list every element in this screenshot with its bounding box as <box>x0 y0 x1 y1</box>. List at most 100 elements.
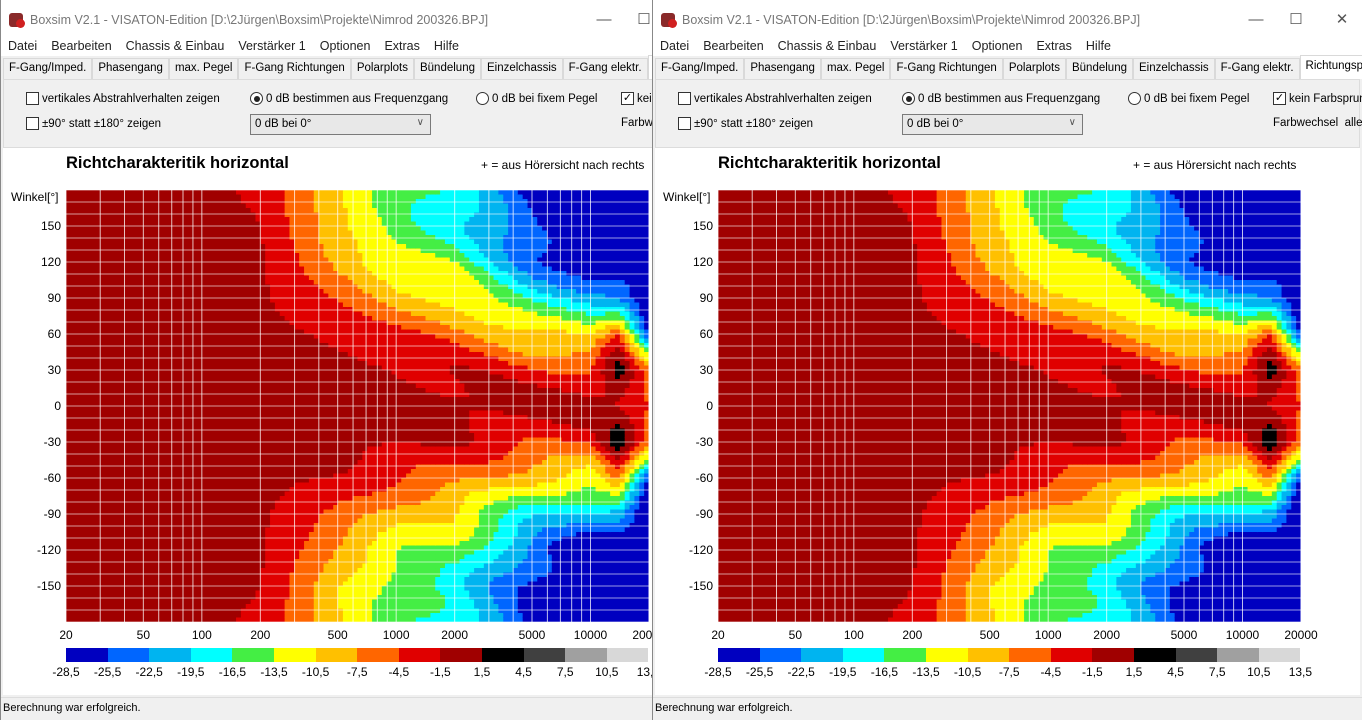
heatmap-cell <box>265 518 271 524</box>
heatmap-cell <box>289 419 295 425</box>
heatmap-cell <box>304 464 310 470</box>
heatmap-cell <box>240 262 247 267</box>
heatmap-cell <box>274 311 281 317</box>
heatmap-cell <box>274 500 281 506</box>
heatmap-cell <box>172 325 179 330</box>
heatmap-cell <box>236 568 242 573</box>
tab-fgang-elektr[interactable]: F-Gang elektr. <box>562 58 648 79</box>
heatmap-cell <box>221 563 227 569</box>
heatmap-cell <box>250 266 256 272</box>
heatmap-cell <box>104 514 111 519</box>
heatmap-cell <box>279 604 286 609</box>
heatmap-cell <box>75 469 82 474</box>
menu-chassis[interactable]: Chassis & Einbau <box>119 36 232 53</box>
heatmap-cell <box>260 325 266 330</box>
heatmap-cell <box>134 347 140 353</box>
heatmap-cell <box>124 563 130 569</box>
maximize-button[interactable]: ☐ <box>629 8 652 32</box>
radio-fixed-level[interactable]: 0 dB bei fixem Pegel <box>476 92 597 105</box>
tab-einzelchassis[interactable]: Einzelchassis <box>480 58 563 79</box>
radio-unselected[interactable] <box>476 92 489 105</box>
radio-from-frequency[interactable]: 0 dB bestimmen aus Frequenzgang <box>250 92 448 105</box>
heatmap-cell <box>66 617 72 622</box>
heatmap-cell <box>90 532 96 537</box>
heatmap-cell <box>119 325 125 330</box>
heatmap-cell <box>221 550 227 555</box>
heatmap-cell <box>119 410 125 416</box>
menu-datei[interactable]: Datei <box>1 36 44 53</box>
checkmark-icon[interactable]: ✓ <box>621 92 634 105</box>
heatmap-cell <box>114 226 120 231</box>
heatmap-cell <box>289 356 295 362</box>
heatmap-cell <box>177 352 184 357</box>
heatmap-cell <box>75 320 82 326</box>
heatmap-cell <box>153 500 159 506</box>
checkbox-box[interactable] <box>26 117 39 130</box>
heatmap-cell <box>177 298 184 303</box>
tab-polarplots[interactable]: Polarplots <box>350 58 414 79</box>
heatmap-cell <box>109 352 116 357</box>
heatmap-cell <box>143 383 150 389</box>
menu-optionen[interactable]: Optionen <box>313 36 378 53</box>
heatmap-cell <box>129 217 135 222</box>
heatmap-cell <box>70 356 77 362</box>
heatmap-cell <box>265 572 271 578</box>
radio-selected[interactable] <box>250 92 263 105</box>
heatmap-cell <box>104 289 111 294</box>
menu-verstaerker[interactable]: Verstärker 1 <box>231 36 312 53</box>
heatmap-cell <box>202 361 208 366</box>
heatmap-cell <box>80 419 86 425</box>
heatmap-cell <box>177 604 184 609</box>
minimize-button[interactable]: — <box>589 8 619 32</box>
heatmap-cell <box>124 406 130 411</box>
heatmap-cell <box>168 536 174 542</box>
heatmap-cell <box>163 617 169 622</box>
tab-buendelung[interactable]: Bündelung <box>413 58 481 79</box>
menu-extras[interactable]: Extras <box>377 36 426 53</box>
heatmap-cell <box>90 374 96 380</box>
heatmap-cell <box>148 514 154 519</box>
heatmap-cell <box>85 442 91 447</box>
heatmap-cell <box>85 370 91 375</box>
heatmap-cell <box>124 469 130 474</box>
heatmap-cell <box>216 478 222 483</box>
heatmap-cell <box>153 514 159 519</box>
heatmap-cell <box>274 248 281 254</box>
heatmap-cell <box>250 325 256 330</box>
heatmap-cell <box>124 284 130 290</box>
heatmap-cell <box>104 334 111 339</box>
checkbox-box[interactable] <box>26 92 39 105</box>
heatmap-cell <box>294 518 300 524</box>
heatmap-cell <box>168 433 174 438</box>
heatmap-cell <box>163 352 169 357</box>
heatmap-cell <box>294 514 300 519</box>
heatmap-cell <box>240 397 247 402</box>
heatmap-cell <box>80 478 86 483</box>
tab-max-pegel[interactable]: max. Pegel <box>168 58 239 79</box>
menu-hilfe[interactable]: Hilfe <box>427 36 466 53</box>
tab-fgang-imped[interactable]: F-Gang/Imped. <box>3 58 93 79</box>
ninety-checkbox[interactable]: ±90° statt ±180° zeigen <box>26 117 161 130</box>
vertical-checkbox[interactable]: vertikales Abstrahlverhalten zeigen <box>26 92 220 105</box>
tab-phasengang[interactable]: Phasengang <box>92 58 169 79</box>
heatmap-cell <box>299 244 305 249</box>
heatmap-cell <box>119 554 125 560</box>
no-color-jump-checkbox[interactable]: ✓kein Farbsprung <box>621 92 652 105</box>
heatmap-cell <box>172 469 179 474</box>
heatmap-cell <box>304 275 310 281</box>
heatmap-cell <box>270 338 276 344</box>
heatmap-cell <box>216 190 222 195</box>
heatmap-cell <box>153 424 159 429</box>
heatmap-cell <box>206 320 213 326</box>
heatmap-cell <box>163 302 169 308</box>
heatmap-cell <box>153 563 159 569</box>
heatmap-cell <box>95 311 101 317</box>
heatmap-cell <box>211 325 218 330</box>
heatmap-cell <box>289 262 295 267</box>
zero-db-reference-dropdown[interactable]: 0 dB bei 0° ∨ <box>250 114 431 135</box>
menu-bearbeiten[interactable]: Bearbeiten <box>44 36 118 53</box>
heatmap-cell <box>119 244 125 249</box>
tab-fgang-richtungen[interactable]: F-Gang Richtungen <box>238 58 351 79</box>
heatmap-cell <box>265 442 271 447</box>
heatmap-cell <box>143 442 150 447</box>
